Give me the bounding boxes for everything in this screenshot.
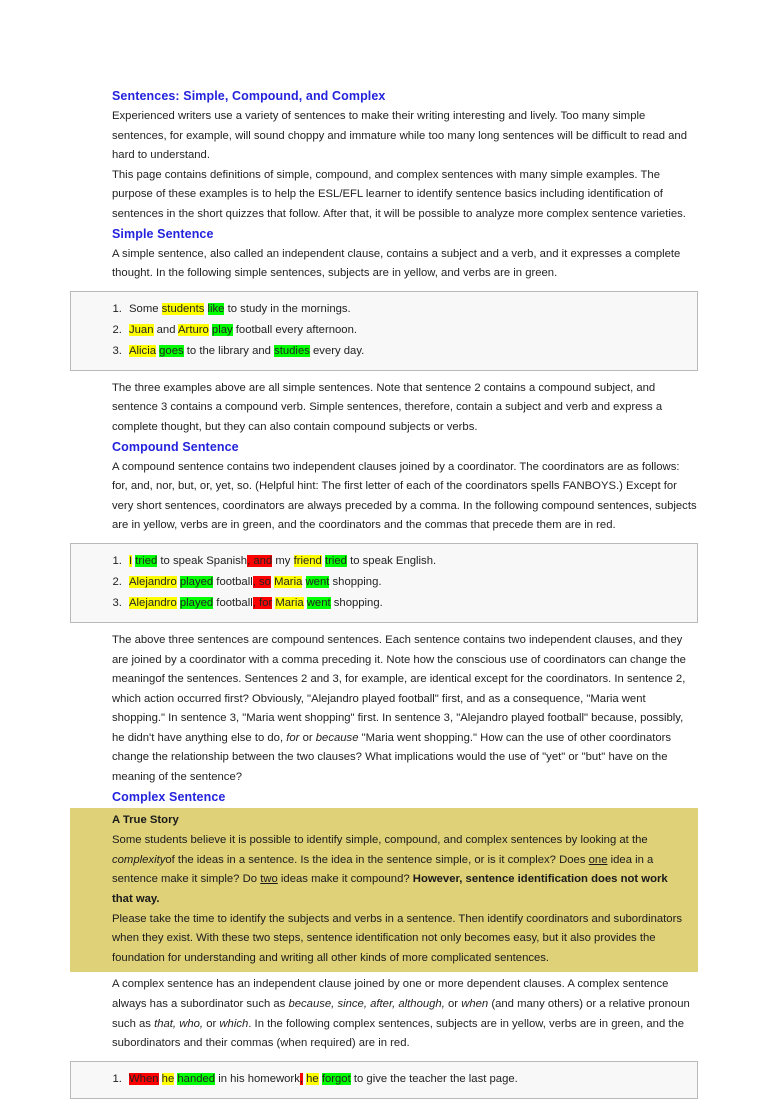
highlight-yellow: he (306, 1072, 319, 1085)
section-heading-compound-sentence: Compound Sentence (112, 439, 239, 454)
highlight-yellow: Arturo (178, 323, 209, 336)
text-run-5: every day. (309, 344, 365, 357)
text-run-0: The above three sentences are compound s… (112, 633, 686, 744)
highlight-yellow: Maria (275, 596, 304, 609)
true-story-callout: A True Story Some students believe it is… (70, 807, 698, 973)
highlight-green: like (207, 302, 225, 315)
complex-sentence-examples-box: When he handed in his homework, he forgo… (70, 1060, 698, 1099)
text-run-4: to study in the mornings. (224, 302, 351, 315)
true-story-title: A True Story (112, 813, 179, 826)
highlight-green: tried (135, 554, 158, 567)
highlight-green: tried (324, 554, 347, 567)
page-title: Sentences: Simple, Compound, and Complex (112, 89, 386, 103)
true-story-paragraph-1: Some students believe it is possible to … (112, 831, 690, 909)
text-run-5: my (272, 554, 294, 567)
example-sentence-item: Juan and Arturo play football every afte… (125, 320, 687, 341)
highlight-red: , so (252, 575, 271, 588)
text-run-1: complexity (112, 853, 166, 866)
highlight-yellow: Alejandro (129, 596, 177, 609)
text-run-6: ideas make it compound? (277, 873, 413, 886)
compound-sentence-example-list: I tried to speak Spanish, and my friend … (81, 551, 687, 614)
compound-sentence-examples-box: I tried to speak Spanish, and my friend … (70, 542, 698, 623)
highlight-yellow: friend (293, 554, 322, 567)
text-run-2: or (299, 731, 316, 744)
highlight-yellow: Alejandro (129, 575, 177, 588)
highlight-red: , and (247, 554, 273, 567)
compound-sentence-intro: A compound sentence contains two indepen… (112, 460, 697, 532)
text-run-9: to speak English. (346, 554, 437, 567)
simple-sentence-examples-box: Some students like to study in the morni… (70, 290, 698, 371)
text-run-3: when (461, 997, 489, 1010)
text-run-0: Some students believe it is possible to … (112, 834, 648, 847)
highlight-green: goes (159, 344, 184, 357)
intro-paragraph-2: This page contains definitions of simple… (112, 168, 686, 220)
compound-sentence-summary: The above three sentences are compound s… (112, 631, 698, 788)
text-run-3: to the library and (183, 344, 275, 357)
text-run-2: or (444, 997, 462, 1010)
section-heading-complex-sentence: Complex Sentence (112, 789, 226, 804)
highlight-green: play (211, 323, 233, 336)
text-run-3: football (213, 575, 253, 588)
text-run-1: for (286, 731, 300, 744)
complex-sentence-example-list: When he handed in his homework, he forgo… (81, 1069, 687, 1090)
text-run-9: shopping. (330, 596, 383, 609)
text-run-9: shopping. (329, 575, 382, 588)
text-run-3: to speak Spanish (157, 554, 248, 567)
example-sentence-item: When he handed in his homework, he forgo… (125, 1069, 687, 1090)
intro-paragraph-1: Experienced writers use a variety of sen… (112, 110, 687, 162)
text-run-3: because (315, 731, 359, 744)
true-story-paragraph-2: Please take the time to identify the sub… (112, 912, 682, 964)
example-sentence-item: I tried to speak Spanish, and my friend … (125, 551, 687, 572)
example-sentence-item: Some students like to study in the morni… (125, 299, 687, 320)
document-content: Sentences: Simple, Compound, and Complex… (70, 88, 698, 1099)
example-sentence-item: Alicia goes to the library and studies e… (125, 341, 687, 362)
text-run-1: because, since, after, although, (288, 997, 445, 1010)
highlight-yellow: he (161, 1072, 175, 1085)
text-run-2: of the ideas in a sentence. Is the idea … (165, 853, 589, 866)
highlight-red: When (129, 1072, 159, 1085)
text-run-7: which (219, 1017, 249, 1030)
text-run-5: in his homework (215, 1072, 300, 1085)
highlight-green: went (306, 596, 331, 609)
text-run-5: two (260, 873, 278, 886)
text-run-11: to give the teacher the last page. (350, 1072, 518, 1085)
simple-sentence-example-list: Some students like to study in the morni… (81, 299, 687, 362)
example-sentence-item: Alejandro played football, so Maria went… (125, 572, 687, 593)
complex-sentence-intro: A complex sentence has an independent cl… (112, 975, 698, 1053)
highlight-yellow: students (161, 302, 205, 315)
highlight-yellow: Maria (274, 575, 303, 588)
highlight-red: , for (252, 596, 273, 609)
simple-sentence-summary: The three examples above are all simple … (112, 381, 663, 433)
document-page: Sentences: Simple, Compound, and Complex… (0, 0, 768, 1099)
text-run-3: football (213, 596, 253, 609)
highlight-yellow: Alicia (129, 344, 156, 357)
highlight-green: forgot (321, 1072, 351, 1085)
section-heading-simple-sentence: Simple Sentence (112, 226, 214, 241)
highlight-green: handed (177, 1072, 216, 1085)
text-run-1: and (153, 323, 179, 336)
text-run-5: football every afternoon. (232, 323, 357, 336)
text-run-0: Some (129, 302, 162, 315)
text-run-5: that, who, (154, 1017, 204, 1030)
highlight-green: played (179, 596, 214, 609)
simple-sentence-intro: A simple sentence, also called an indepe… (112, 247, 681, 280)
highlight-yellow: Juan (129, 323, 154, 336)
example-sentence-item: Alejandro played football, for Maria wen… (125, 593, 687, 614)
highlight-green: studies (274, 344, 310, 357)
text-run-6: or (203, 1017, 220, 1030)
highlight-green: played (179, 575, 214, 588)
text-run-3: one (588, 853, 608, 866)
highlight-green: went (305, 575, 330, 588)
